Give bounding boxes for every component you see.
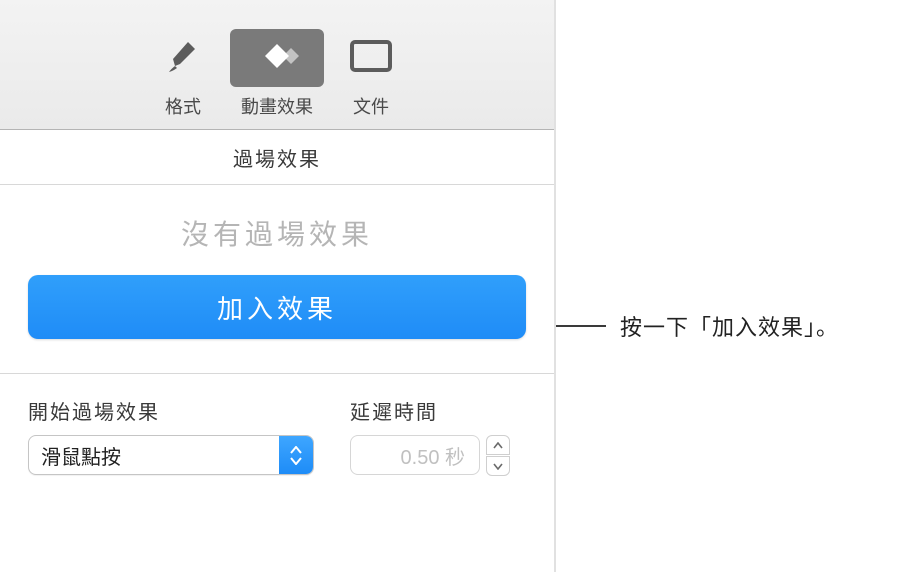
- toolbar: 格式 動畫效果 文件: [0, 0, 554, 130]
- chevron-up-icon: [493, 436, 503, 454]
- callout-line: [556, 325, 606, 327]
- start-transition-label: 開始過場效果: [28, 396, 314, 425]
- callout-text: 按一下「加入效果」。: [620, 310, 839, 342]
- tab-format[interactable]: 格式: [136, 29, 230, 119]
- inspector-panel: 格式 動畫效果 文件: [0, 0, 556, 572]
- tab-animate-label: 動畫效果: [241, 93, 313, 119]
- callout: 按一下「加入效果」。: [556, 310, 839, 342]
- transition-content: 沒有過場效果 加入效果: [0, 185, 554, 374]
- delay-label: 延遲時間: [350, 396, 510, 425]
- stepper-up-button[interactable]: [486, 435, 510, 455]
- start-transition-value: 滑鼠點按: [29, 436, 279, 474]
- tab-animate[interactable]: 動畫效果: [230, 29, 324, 119]
- transition-controls: 開始過場效果 滑鼠點按 延遲時間 0.50 秒: [0, 374, 554, 497]
- start-transition-select[interactable]: 滑鼠點按: [28, 435, 314, 475]
- tab-document-label: 文件: [353, 93, 389, 119]
- tab-format-label: 格式: [165, 93, 201, 119]
- section-title: 過場效果: [0, 130, 554, 185]
- delay-field[interactable]: 0.50 秒: [350, 435, 480, 475]
- slide-icon: [349, 39, 393, 78]
- brush-icon: [163, 36, 203, 81]
- popup-arrows-icon: [279, 436, 313, 474]
- delay-stepper: 0.50 秒: [350, 435, 510, 475]
- diamond-icon: [249, 37, 305, 80]
- chevron-down-icon: [493, 457, 503, 475]
- tab-document[interactable]: 文件: [324, 29, 418, 119]
- no-transition-label: 沒有過場效果: [28, 213, 526, 253]
- stepper-down-button[interactable]: [486, 456, 510, 476]
- add-effect-button[interactable]: 加入效果: [28, 275, 526, 339]
